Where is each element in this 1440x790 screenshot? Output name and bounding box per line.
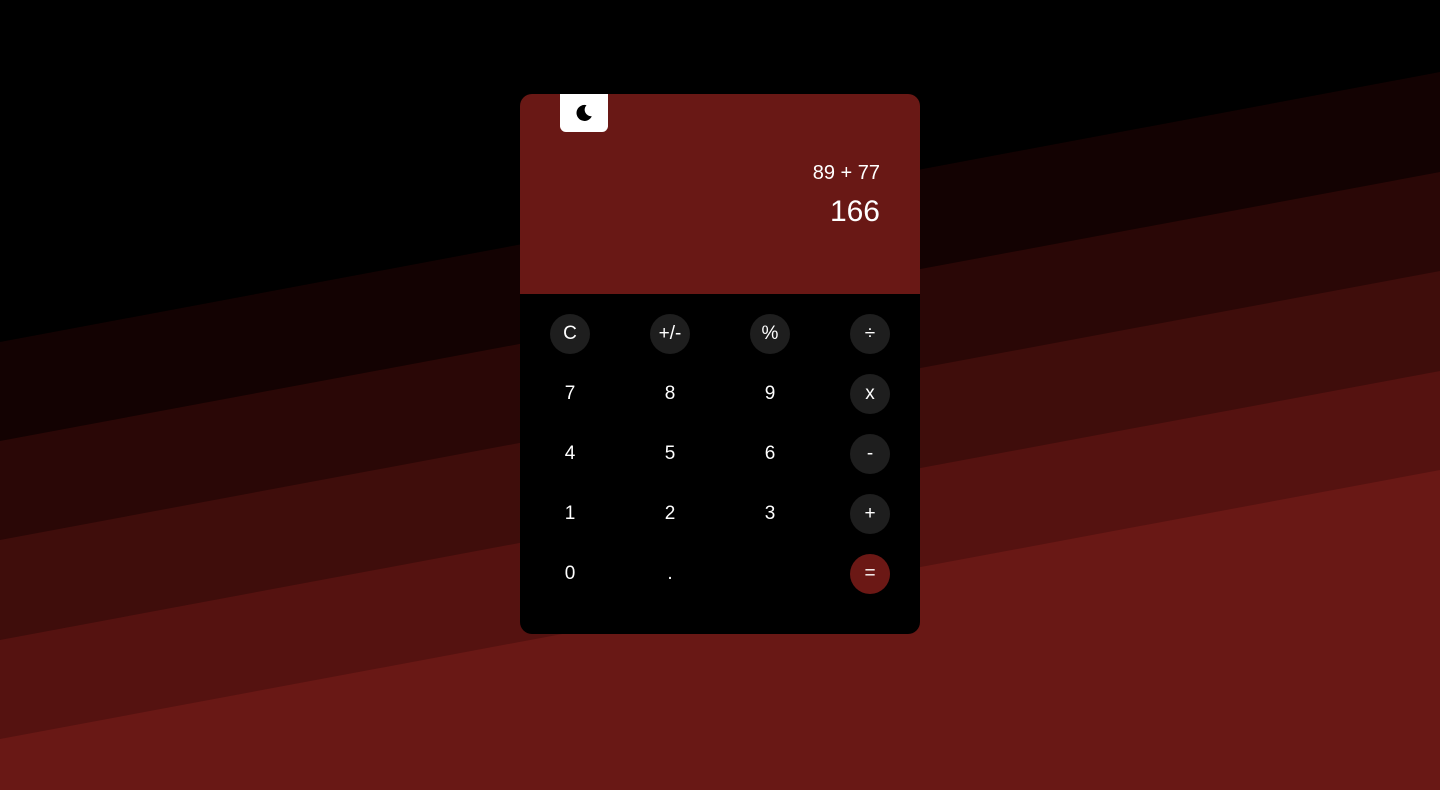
subtract-button[interactable]: -	[850, 434, 890, 474]
equals-button[interactable]: =	[850, 554, 890, 594]
moon-icon	[576, 104, 592, 121]
clear-button[interactable]: C	[550, 314, 590, 354]
digit-1-button[interactable]: 1	[550, 494, 590, 534]
digit-0-button[interactable]: 0	[550, 554, 590, 594]
digit-6-button[interactable]: 6	[750, 434, 790, 474]
calculator: 89 + 77 166 C +/- % ÷ 7 8 9 x 4 5 6 - 1 …	[520, 94, 920, 634]
decimal-button[interactable]: .	[650, 554, 690, 594]
digit-4-button[interactable]: 4	[550, 434, 590, 474]
digit-3-button[interactable]: 3	[750, 494, 790, 534]
theme-toggle-button[interactable]	[560, 94, 608, 132]
result-display: 166	[829, 195, 880, 228]
digit-2-button[interactable]: 2	[650, 494, 690, 534]
digit-5-button[interactable]: 5	[650, 434, 690, 474]
display-screen: 89 + 77 166	[520, 94, 920, 294]
expression-display: 89 + 77	[812, 162, 880, 184]
multiply-button[interactable]: x	[850, 374, 890, 414]
digit-8-button[interactable]: 8	[650, 374, 690, 414]
add-button[interactable]: +	[850, 494, 890, 534]
keypad: C +/- % ÷ 7 8 9 x 4 5 6 - 1 2 3 + 0 . =	[520, 294, 920, 634]
digit-7-button[interactable]: 7	[550, 374, 590, 414]
divide-button[interactable]: ÷	[850, 314, 890, 354]
digit-9-button[interactable]: 9	[750, 374, 790, 414]
sign-toggle-button[interactable]: +/-	[650, 314, 690, 354]
percent-button[interactable]: %	[750, 314, 790, 354]
